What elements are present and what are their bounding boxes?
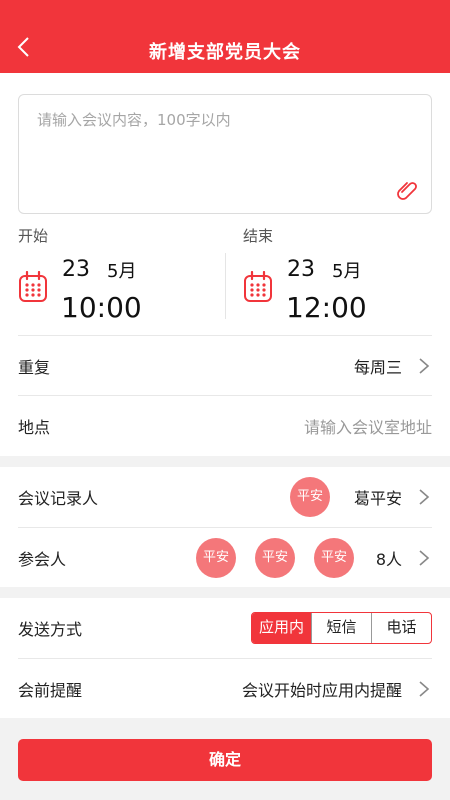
send-method-segmented-control: 应用内 短信 电话: [251, 612, 432, 644]
meeting-content-placeholder: 请输入会议内容，100字以内: [37, 111, 231, 129]
attendee-count: 8人: [375, 550, 402, 569]
avatar: 平安: [314, 538, 354, 578]
end-time-picker[interactable]: 结束 23 5月 12:00: [243, 213, 450, 333]
repeat-value: 每周三: [353, 358, 402, 377]
location-label: 地点: [18, 418, 51, 437]
time-divider: [225, 253, 226, 319]
reminder-value: 会议开始时应用内提醒: [241, 681, 402, 700]
calendar-icon: [244, 271, 272, 302]
end-month: 5月: [332, 261, 362, 282]
start-day: 23: [62, 257, 90, 282]
send-option-in-app[interactable]: 应用内: [252, 613, 311, 643]
send-option-phone[interactable]: 电话: [371, 613, 431, 643]
people-card: 会议记录人 平安 葛平安 参会人 平安 平安 平安 8人: [0, 467, 450, 587]
confirm-button[interactable]: 确定: [18, 739, 432, 781]
chevron-right-icon: [419, 489, 430, 505]
avatar: 平安: [290, 477, 330, 517]
recorder-name: 葛平安: [353, 489, 402, 508]
top-bar: 新增支部党员大会: [0, 0, 450, 73]
meeting-content-input[interactable]: 请输入会议内容，100字以内: [18, 94, 432, 214]
reminder-row[interactable]: 会前提醒 会议开始时应用内提醒: [18, 659, 432, 719]
start-time: 10:00: [61, 291, 142, 324]
chevron-right-icon: [419, 550, 430, 566]
attendees-row[interactable]: 参会人 平安 平安 平安 8人: [18, 528, 432, 588]
chevron-right-icon: [419, 681, 430, 697]
reminder-label: 会前提醒: [18, 681, 83, 700]
end-label: 结束: [243, 227, 274, 245]
recorder-label: 会议记录人: [18, 489, 99, 508]
end-time: 12:00: [286, 291, 367, 324]
repeat-label: 重复: [18, 358, 51, 377]
attendees-label: 参会人: [18, 550, 67, 569]
start-month: 5月: [107, 261, 137, 282]
avatar: 平安: [196, 538, 236, 578]
chevron-right-icon: [419, 358, 430, 374]
paperclip-icon[interactable]: [395, 177, 421, 203]
calendar-icon: [19, 271, 47, 302]
send-method-label: 发送方式: [18, 620, 83, 639]
notification-card: 发送方式 应用内 短信 电话 会前提醒 会议开始时应用内提醒: [0, 598, 450, 718]
recorder-row[interactable]: 会议记录人 平安 葛平安: [18, 467, 432, 527]
location-row[interactable]: 地点 请输入会议室地址: [18, 396, 432, 456]
location-input[interactable]: 请输入会议室地址: [304, 414, 432, 438]
avatar: 平安: [255, 538, 295, 578]
end-day: 23: [287, 257, 315, 282]
start-time-picker[interactable]: 开始 23 5月 10:00: [18, 213, 228, 333]
page-title: 新增支部党员大会: [149, 42, 301, 63]
start-label: 开始: [18, 227, 49, 245]
repeat-row[interactable]: 重复 每周三: [18, 336, 432, 396]
send-method-row: 发送方式 应用内 短信 电话: [18, 598, 432, 658]
send-option-sms[interactable]: 短信: [311, 613, 371, 643]
meeting-main-card: 请输入会议内容，100字以内 开始 23 5月 10:00 结束 23 5月 1…: [0, 73, 450, 456]
